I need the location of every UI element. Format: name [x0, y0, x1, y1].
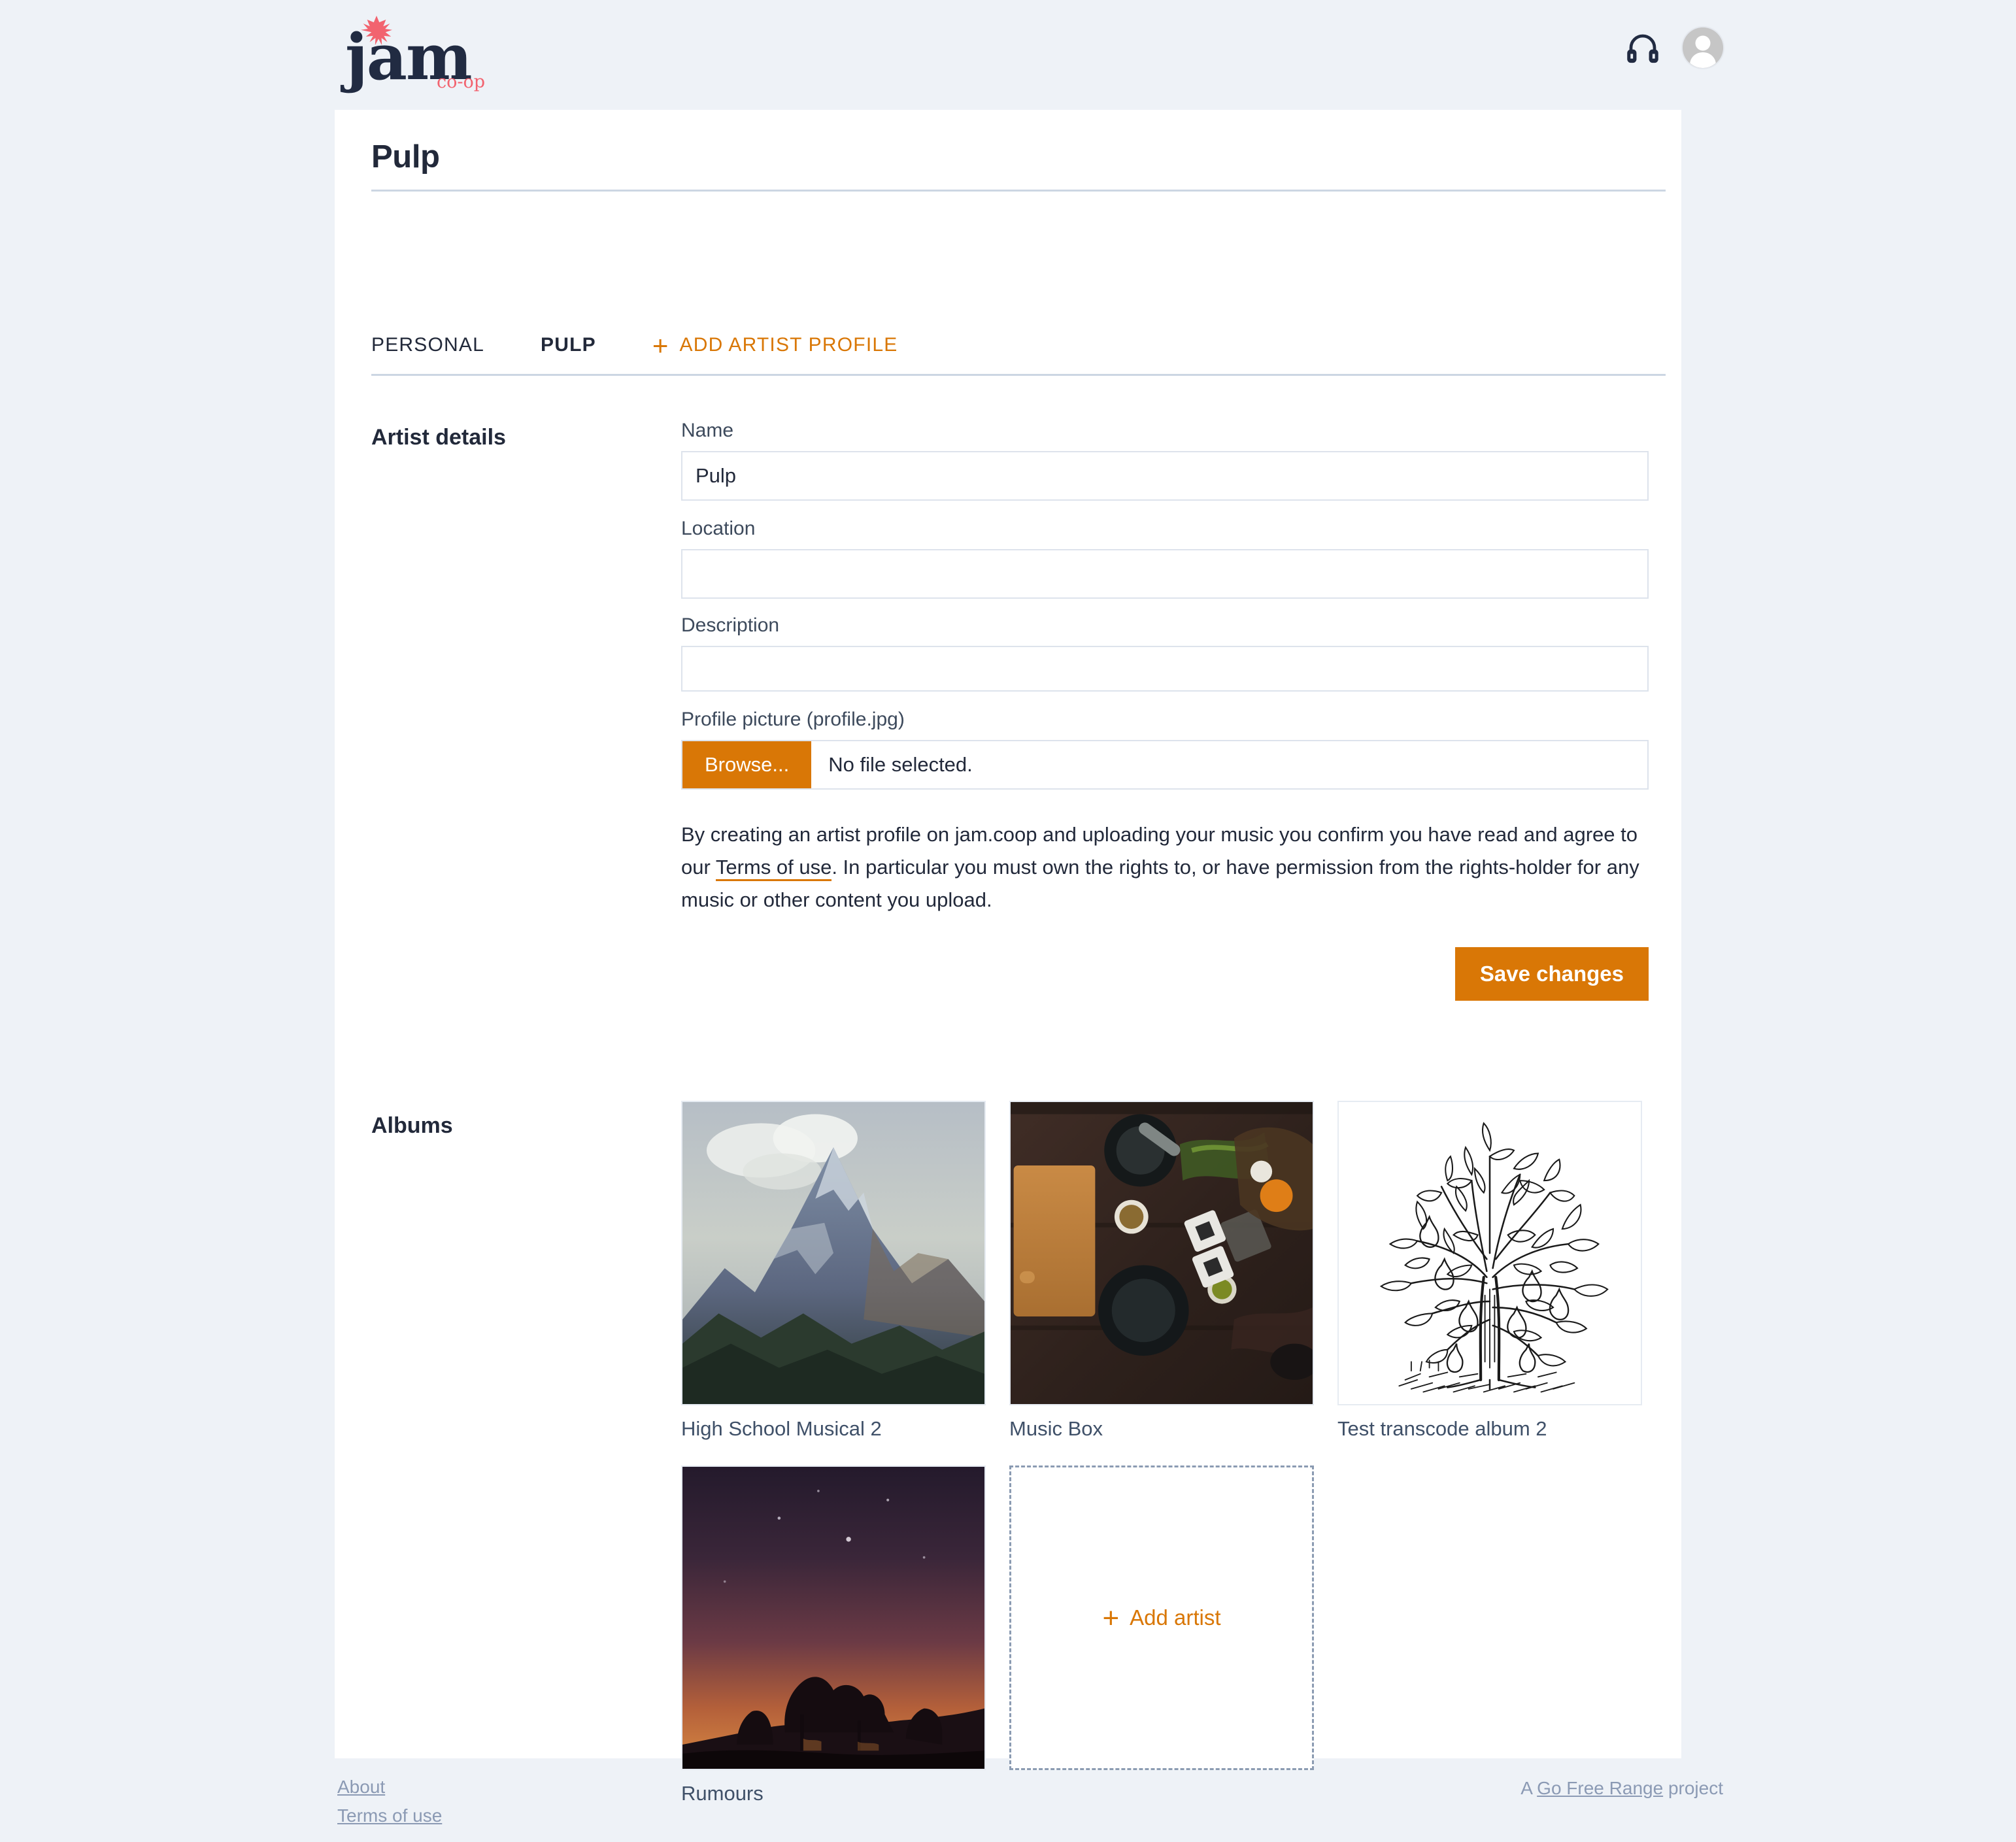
save-button-row: Save changes — [681, 946, 1649, 1001]
logo-suffix: co-op — [437, 72, 486, 92]
artist-details-heading: Artist details — [371, 425, 506, 450]
artist-details-form: Name Location Description Profile pictur… — [681, 420, 1649, 1001]
profile-picture-label: Profile picture (profile.jpg) — [681, 709, 905, 730]
terms-of-use-link[interactable]: Terms of use — [715, 856, 832, 882]
description-input[interactable] — [681, 646, 1649, 692]
footer-link-about[interactable]: About — [337, 1777, 442, 1798]
albums-grid: High School Musical 2 Music Box Test tra… — [681, 1101, 1649, 1830]
description-label: Description — [681, 614, 780, 636]
profile-picture-field-block: Profile picture (profile.jpg) Browse... … — [681, 709, 1649, 790]
album-card[interactable]: High School Musical 2 — [681, 1101, 986, 1441]
albums-heading: Albums — [371, 1113, 453, 1138]
profile-tabs: PERSONAL PULP + ADD ARTIST PROFILE — [371, 329, 898, 361]
save-changes-button[interactable]: Save changes — [1454, 946, 1649, 1001]
album-card[interactable]: Rumours — [681, 1465, 986, 1805]
selected-file-status: No file selected. — [828, 753, 973, 776]
plus-icon: + — [1102, 1601, 1120, 1634]
add-artist-button[interactable]: + Add artist — [1009, 1465, 1314, 1770]
page-footer: About Terms of use A Go Free Range proje… — [0, 1777, 2016, 1842]
avatar[interactable] — [1683, 27, 1723, 68]
tab-pulp[interactable]: PULP — [541, 334, 652, 356]
add-artist-profile-label: ADD ARTIST PROFILE — [679, 334, 898, 356]
profile-picture-file-input[interactable]: Browse... No file selected. — [681, 740, 1649, 790]
name-field-block: Name — [681, 420, 1649, 501]
name-input[interactable] — [681, 451, 1649, 501]
page-title: Pulp — [371, 139, 440, 175]
name-label: Name — [681, 420, 734, 441]
location-label: Location — [681, 518, 756, 539]
browse-button[interactable]: Browse... — [682, 741, 812, 788]
location-input[interactable] — [681, 549, 1649, 599]
plus-icon: + — [652, 330, 669, 361]
top-bar: jam co-op — [0, 0, 2016, 110]
album-card[interactable]: Test transcode album 2 — [1337, 1101, 1642, 1441]
footer-credit-before: A — [1520, 1778, 1537, 1798]
album-title: High School Musical 2 — [681, 1417, 882, 1440]
main-card: Pulp PERSONAL PULP + ADD ARTIST PROFILE … — [335, 110, 1681, 1805]
add-artist-label: Add artist — [1130, 1605, 1221, 1630]
location-field-block: Location — [681, 518, 1649, 599]
album-artwork-pear-tree-engraving[interactable] — [1337, 1101, 1642, 1405]
jam-coop-logo[interactable]: jam co-op — [345, 14, 515, 93]
description-field-block: Description — [681, 614, 1649, 692]
go-free-range-link[interactable]: Go Free Range — [1537, 1778, 1663, 1798]
footer-links: About Terms of use — [337, 1777, 442, 1834]
footer-credit: A Go Free Range project — [1520, 1778, 1723, 1799]
tab-personal[interactable]: PERSONAL — [371, 334, 541, 356]
headphones-icon[interactable] — [1625, 30, 1660, 65]
add-artist-profile-button[interactable]: + ADD ARTIST PROFILE — [652, 330, 898, 361]
album-artwork-mountain-peak[interactable] — [681, 1101, 986, 1405]
album-title: Music Box — [1009, 1417, 1103, 1440]
album-artwork-dusk-sky[interactable] — [681, 1465, 986, 1770]
album-title: Test transcode album 2 — [1337, 1417, 1547, 1440]
add-artist-card[interactable]: + Add artist — [1009, 1465, 1314, 1805]
terms-notice: By creating an artist profile on jam.coo… — [681, 818, 1649, 917]
topbar-actions — [1625, 27, 1723, 68]
album-card[interactable]: Music Box — [1009, 1101, 1314, 1441]
album-artwork-kitchen-table[interactable] — [1009, 1101, 1314, 1405]
title-divider — [371, 190, 1666, 192]
tabs-divider — [371, 374, 1666, 376]
footer-credit-after: project — [1663, 1778, 1723, 1798]
footer-link-terms-of-use[interactable]: Terms of use — [337, 1805, 442, 1826]
